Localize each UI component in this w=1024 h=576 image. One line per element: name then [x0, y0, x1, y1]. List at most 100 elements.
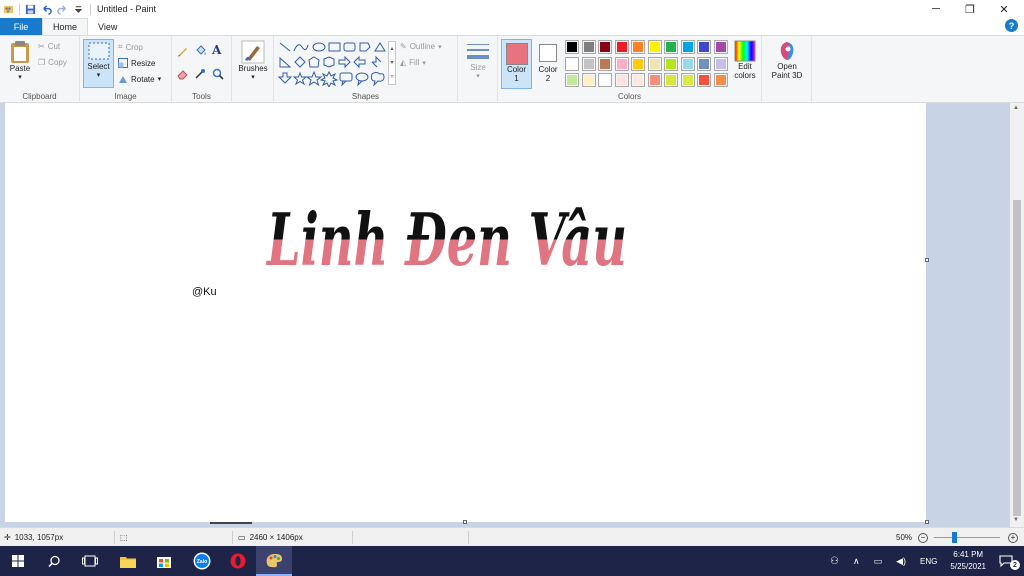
palette-swatch[interactable]	[598, 73, 612, 87]
vertical-scrollbar[interactable]: ▲ ▼	[1010, 103, 1024, 527]
shapes-scroll[interactable]: ▴ ▾ ▿	[388, 41, 396, 85]
palette-swatch[interactable]	[598, 40, 612, 54]
rotate-button[interactable]: Rotate ▾	[118, 74, 161, 84]
chevron-down-icon: ▾	[96, 72, 101, 79]
zoom-slider-track[interactable]	[934, 537, 1000, 538]
palette-swatch[interactable]	[664, 56, 678, 71]
zalo-button[interactable]: Zalo	[184, 546, 220, 576]
palette-swatch-color	[666, 58, 676, 69]
palette-swatch[interactable]	[647, 40, 662, 54]
palette-swatch[interactable]	[680, 73, 695, 87]
vertical-scroll-thumb[interactable]	[1013, 200, 1021, 516]
canvas-resize-handle-right[interactable]	[925, 258, 929, 262]
palette-swatch[interactable]	[697, 73, 711, 87]
palette-swatch[interactable]	[581, 73, 596, 87]
palette-swatch[interactable]	[713, 40, 728, 54]
clock[interactable]: 6:41 PM 5/25/2021	[950, 549, 986, 573]
palette-swatch[interactable]	[647, 56, 662, 71]
palette-swatch[interactable]	[614, 73, 629, 87]
battery-icon[interactable]: ▭	[874, 556, 883, 567]
help-icon[interactable]: ?	[1005, 19, 1018, 32]
palette-swatch[interactable]	[680, 56, 695, 71]
palette-swatch[interactable]	[680, 40, 695, 54]
people-icon[interactable]: ⚇	[830, 556, 839, 567]
paste-button[interactable]: Paste ▾	[6, 40, 34, 82]
size-button[interactable]: Size ▾	[462, 41, 494, 81]
volume-icon[interactable]: ◀)	[896, 556, 906, 567]
palette-swatch[interactable]	[614, 56, 629, 71]
save-icon[interactable]	[25, 4, 36, 15]
palette-swatch[interactable]	[565, 56, 579, 71]
magnifier-icon[interactable]	[212, 68, 224, 80]
palette-swatch[interactable]	[565, 73, 579, 87]
shapes-gallery[interactable]	[278, 41, 388, 87]
scroll-down-icon[interactable]: ▼	[1013, 517, 1019, 523]
palette-swatch[interactable]	[631, 56, 645, 71]
brushes-label: Brushes	[238, 64, 268, 73]
color-picker-icon[interactable]	[194, 68, 206, 80]
tab-home[interactable]: Home	[42, 18, 89, 35]
palette-swatch[interactable]	[664, 40, 678, 54]
search-button[interactable]	[36, 546, 72, 576]
palette-swatch[interactable]	[614, 40, 629, 54]
zoom-slider-thumb[interactable]	[952, 532, 957, 543]
outline-button[interactable]: ✎ Outline ▾	[400, 42, 442, 51]
scroll-up-icon[interactable]: ▲	[1013, 105, 1019, 111]
copy-button[interactable]: ❐ Copy	[38, 58, 67, 67]
store-button[interactable]	[146, 546, 182, 576]
palette-swatch-color	[666, 42, 676, 52]
crop-button[interactable]: ⌗ Crop	[118, 42, 143, 52]
opera-button[interactable]	[220, 546, 256, 576]
file-explorer-button[interactable]	[110, 546, 146, 576]
restore-button[interactable]: ❐	[953, 0, 987, 18]
paint-app-icon[interactable]	[3, 4, 14, 15]
color1-button[interactable]: Color 1	[501, 39, 532, 89]
open-paint3d-button[interactable]: Open Paint 3D	[766, 40, 808, 80]
palette-swatch[interactable]	[713, 56, 728, 71]
canvas-resize-handle-corner[interactable]	[925, 520, 929, 524]
customize-toolbar-icon[interactable]	[73, 4, 84, 15]
text-tool-icon[interactable]: A	[212, 43, 221, 57]
task-view-button[interactable]	[72, 546, 108, 576]
palette-swatch[interactable]	[581, 40, 596, 54]
palette-swatch[interactable]	[697, 40, 711, 54]
palette-swatch[interactable]	[631, 40, 645, 54]
show-hidden-icons-icon[interactable]: ∧	[853, 556, 860, 567]
canvas-resize-handle-bottom[interactable]	[463, 520, 467, 524]
minimize-button[interactable]: ─	[919, 0, 953, 18]
action-center-button[interactable]: 2	[988, 546, 1024, 576]
palette-swatch[interactable]	[565, 40, 579, 54]
tab-file[interactable]: File	[0, 18, 42, 35]
palette-swatch[interactable]	[713, 73, 728, 87]
close-button[interactable]: ✕	[987, 0, 1021, 18]
resize-button[interactable]: Resize	[118, 58, 155, 68]
zoom-in-button[interactable]: +	[1008, 528, 1018, 547]
palette-swatch-color	[682, 58, 693, 69]
fill-bucket-icon[interactable]	[194, 45, 206, 57]
palette-swatch[interactable]	[664, 73, 678, 87]
palette-swatch[interactable]	[697, 56, 711, 71]
pencil-icon[interactable]	[177, 45, 189, 57]
redo-icon[interactable]	[57, 4, 68, 15]
edit-colors-button[interactable]: Edit colors	[730, 40, 760, 80]
tab-view[interactable]: View	[88, 18, 127, 35]
fill-button[interactable]: ◭ Fill ▾	[400, 58, 426, 67]
palette-swatch[interactable]	[581, 56, 596, 71]
select-button[interactable]: Select ▾	[83, 39, 114, 88]
palette-swatch[interactable]	[631, 73, 645, 87]
brushes-button[interactable]: Brushes ▾	[235, 40, 271, 82]
zoom-out-button[interactable]: −	[918, 528, 928, 547]
copy-label: Copy	[48, 58, 67, 67]
paste-icon	[11, 41, 29, 63]
eraser-icon[interactable]	[177, 68, 189, 80]
cut-button[interactable]: ✂ Cut	[38, 42, 60, 51]
drawing-canvas[interactable]: Linh Đen Vâu @Ku	[5, 103, 926, 522]
start-button[interactable]	[0, 546, 36, 576]
input-language[interactable]: ENG	[920, 557, 937, 566]
undo-icon[interactable]	[41, 4, 52, 15]
palette-swatch[interactable]	[598, 56, 612, 71]
palette-swatch[interactable]	[647, 73, 662, 87]
color2-button[interactable]: Color 2	[535, 39, 561, 83]
horizontal-scroll-indicator[interactable]	[210, 522, 252, 524]
paint-taskbar-button[interactable]	[256, 546, 292, 576]
